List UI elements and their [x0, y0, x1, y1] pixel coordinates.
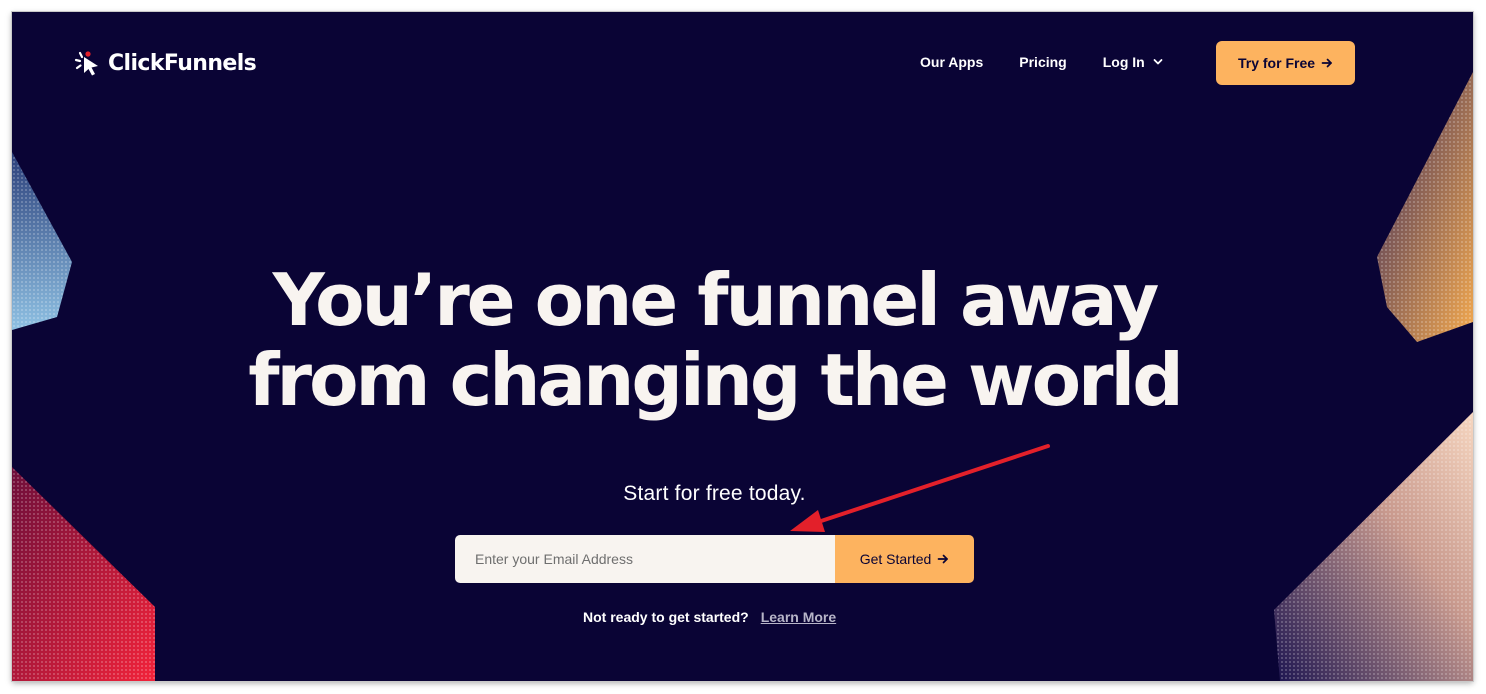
email-input[interactable] — [455, 535, 835, 583]
arrow-right-icon — [1321, 58, 1332, 68]
browser-page: ClickFunnels Our Apps Pricing Log In Try… — [12, 12, 1473, 681]
not-ready-note: Not ready to get started? Learn More — [583, 609, 836, 625]
try-for-free-button[interactable]: Try for Free — [1216, 41, 1355, 85]
nav-link-our-apps[interactable]: Our Apps — [920, 54, 983, 70]
learn-more-link[interactable]: Learn More — [761, 609, 836, 625]
get-started-label: Get Started — [859, 551, 932, 567]
top-navigation: ClickFunnels Our Apps Pricing Log In Try… — [12, 12, 1473, 112]
hero-title-line-1: You’re one funnel away — [272, 258, 1160, 342]
chevron-down-icon — [1153, 59, 1163, 65]
brand-name: ClickFunnels — [108, 50, 257, 76]
hero-subtitle: Start for free today. — [623, 482, 806, 505]
signup-form: Get Started — [455, 535, 974, 583]
cursor-burst-icon — [74, 51, 98, 76]
hero-title: You’re one funnel away from changing the… — [12, 260, 1417, 420]
arrow-right-icon — [937, 554, 949, 564]
nav-links: Our Apps Pricing Log In — [920, 54, 1199, 70]
get-started-button[interactable]: Get Started — [835, 535, 974, 583]
nav-link-log-in-label: Log In — [1102, 54, 1145, 70]
peach-shape — [1274, 412, 1473, 681]
nav-link-pricing[interactable]: Pricing — [1019, 54, 1066, 70]
not-ready-text: Not ready to get started? — [583, 609, 749, 625]
brand-logo[interactable]: ClickFunnels — [74, 48, 257, 78]
nav-link-log-in[interactable]: Log In — [1103, 54, 1163, 70]
try-for-free-label: Try for Free — [1237, 55, 1316, 71]
hero-title-line-2: from changing the world — [248, 338, 1184, 422]
